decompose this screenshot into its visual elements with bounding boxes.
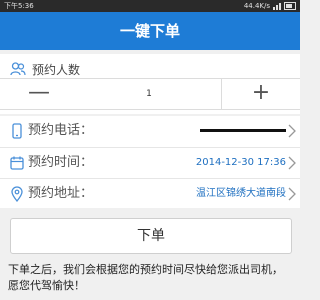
phone-row[interactable]: 预约电话： — [0, 116, 300, 146]
address-row[interactable]: 预约地址： 温江区锦绣大道南段 — [0, 178, 300, 209]
status-indicators: 44.4K/s — [244, 0, 296, 12]
status-time: 下午5:36 — [4, 2, 34, 10]
address-value: 温江区锦绣大道南段 — [196, 188, 286, 199]
booking-form: 预约电话： 预约时间： 2014-12-30 17:36 预约地址： 温江区锦绣… — [0, 116, 300, 208]
time-row[interactable]: 预约时间： 2014-12-30 17:36 — [0, 147, 300, 178]
phone-icon — [12, 123, 22, 139]
notice-text: 下单之后，我们会根据您的预约时间尽快给您派出司机，愿您代驾愉快！ — [8, 263, 283, 292]
submit-order-button[interactable]: 下单 — [10, 218, 292, 254]
chevron-right-icon — [288, 156, 296, 170]
passenger-count-header: 预约人数 — [10, 60, 80, 78]
battery-icon — [284, 2, 296, 10]
network-speed: 44.4K/s — [243, 2, 270, 10]
chevron-right-icon — [288, 124, 296, 138]
people-icon — [10, 62, 26, 76]
decrement-button[interactable]: — — [0, 79, 78, 109]
location-pin-icon — [11, 186, 23, 202]
status-bar: 下午5:36 44.4K/s — [0, 0, 300, 12]
phone-value — [200, 116, 286, 146]
phone-label: 预约电话： — [28, 123, 94, 138]
page-title: 一键下单 — [0, 12, 300, 50]
increment-button[interactable]: + — [221, 79, 300, 109]
calendar-icon — [10, 156, 24, 170]
time-label: 预约时间： — [28, 155, 94, 170]
time-value: 2014-12-30 17:36 — [195, 157, 286, 168]
passenger-count-stepper: — 1 + — [0, 78, 300, 110]
phone-redacted — [200, 128, 286, 132]
passenger-count-label: 预约人数 — [32, 62, 81, 77]
passenger-count-value: 1 — [146, 89, 152, 99]
chevron-right-icon — [288, 187, 296, 201]
address-label: 预约地址： — [28, 186, 94, 201]
signal-icon — [273, 2, 281, 10]
